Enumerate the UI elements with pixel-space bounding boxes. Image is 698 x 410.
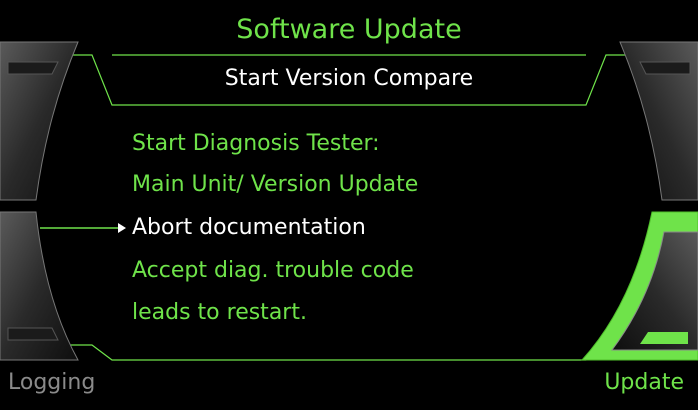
- info-line-5: leads to restart.: [132, 300, 307, 325]
- info-line-4: Accept diag. trouble code: [132, 258, 414, 283]
- info-line-2: Main Unit/ Version Update: [132, 172, 419, 197]
- software-update-screen: Software Update Start Version Compare St…: [0, 0, 698, 410]
- left-lower-softkey[interactable]: [0, 211, 79, 361]
- frame-graphics: [0, 41, 698, 361]
- menu-header: Start Version Compare: [224, 66, 474, 91]
- info-line-1: Start Diagnosis Tester:: [132, 131, 380, 156]
- logging-softkey-label[interactable]: Logging: [8, 370, 95, 395]
- update-softkey-label[interactable]: Update: [604, 370, 684, 395]
- selection-pointer-icon: [40, 223, 126, 233]
- selected-menu-item[interactable]: Abort documentation: [132, 215, 366, 240]
- right-lower-softkey-active[interactable]: [580, 211, 698, 361]
- page-title: Software Update: [236, 14, 462, 45]
